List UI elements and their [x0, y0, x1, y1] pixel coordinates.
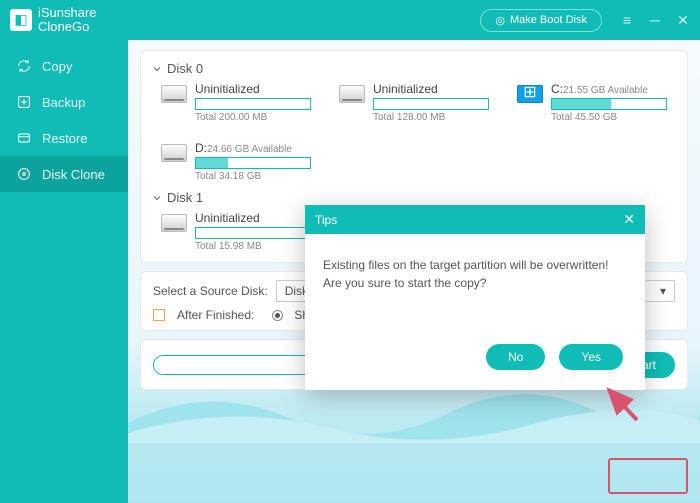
highlight-annotation — [608, 458, 688, 494]
sidebar-item-restore[interactable]: Restore — [0, 120, 128, 156]
partition-available: 24.66 GB Available — [207, 144, 292, 155]
dialog-no-button[interactable]: No — [486, 344, 545, 370]
dialog-message: Existing files on the target partition w… — [305, 234, 645, 344]
partition-total: Total 45.50 GB — [551, 112, 667, 123]
disk-title: Disk 0 — [167, 61, 203, 76]
partition-item[interactable]: Uninitialized Total 200.00 MB — [161, 82, 311, 123]
tips-dialog: Tips ✕ Existing files on the target part… — [305, 205, 645, 390]
partition-name: Uninitialized — [195, 211, 311, 225]
disc-icon: ◎ — [495, 14, 505, 27]
dialog-close-button[interactable]: ✕ — [623, 211, 635, 228]
after-finished-label: After Finished: — [177, 308, 254, 322]
drive-icon — [161, 85, 187, 103]
disk-title: Disk 1 — [167, 190, 203, 205]
partition-name: D: — [195, 141, 207, 155]
partition-item[interactable]: D:24.66 GB Available Total 34.18 GB — [161, 141, 311, 182]
partition-total: Total 128.00 MB — [373, 112, 489, 123]
restore-icon — [16, 130, 32, 146]
dialog-yes-button[interactable]: Yes — [559, 344, 623, 370]
chevron-down-icon: ▾ — [660, 284, 666, 298]
partition-total: Total 15.98 MB — [195, 241, 311, 252]
disk-clone-icon — [16, 166, 32, 182]
sidebar-label: Disk Clone — [42, 167, 105, 182]
app-logo: ◧ iSunshare CloneGo — [10, 6, 97, 35]
usage-bar — [195, 227, 311, 239]
chevron-down-icon — [151, 192, 163, 204]
chevron-down-icon — [151, 63, 163, 75]
logo-icon: ◧ — [10, 9, 32, 31]
partition-name: Uninitialized — [195, 82, 311, 96]
usage-bar — [551, 98, 667, 110]
dialog-title: Tips — [315, 213, 337, 227]
partition-available: 21.55 GB Available — [563, 85, 648, 96]
partition-item[interactable]: Uninitialized Total 15.98 MB — [161, 211, 311, 252]
app-name-1: iSunshare — [38, 6, 97, 20]
backup-icon — [16, 94, 32, 110]
sidebar-item-disk-clone[interactable]: Disk Clone — [0, 156, 128, 192]
usage-bar — [373, 98, 489, 110]
disk-header-1[interactable]: Disk 1 — [151, 190, 677, 205]
disk-header-0[interactable]: Disk 0 — [151, 61, 677, 76]
sidebar-label: Backup — [42, 95, 85, 110]
make-boot-disk-button[interactable]: ◎ Make Boot Disk — [480, 9, 602, 32]
drive-icon — [161, 214, 187, 232]
make-boot-disk-label: Make Boot Disk — [510, 14, 587, 26]
titlebar: ◧ iSunshare CloneGo ◎ Make Boot Disk ≡ ─… — [0, 0, 700, 40]
sidebar-item-copy[interactable]: Copy — [0, 48, 128, 84]
shutdown-radio[interactable] — [272, 310, 283, 321]
partition-item[interactable]: Uninitialized Total 128.00 MB — [339, 82, 489, 123]
partition-total: Total 34.18 GB — [195, 171, 311, 182]
usage-bar — [195, 157, 311, 169]
partition-name: Uninitialized — [373, 82, 489, 96]
sidebar: Copy Backup Restore Disk Clone — [0, 40, 128, 503]
partition-total: Total 200.00 MB — [195, 112, 311, 123]
drive-icon — [339, 85, 365, 103]
windows-drive-icon — [517, 85, 543, 103]
partition-item[interactable]: C:21.55 GB Available Total 45.50 GB — [517, 82, 667, 123]
sidebar-label: Restore — [42, 131, 88, 146]
sidebar-item-backup[interactable]: Backup — [0, 84, 128, 120]
menu-icon[interactable]: ≡ — [620, 12, 634, 29]
minimize-button[interactable]: ─ — [648, 12, 662, 29]
after-finished-checkbox[interactable] — [153, 309, 165, 321]
source-label: Select a Source Disk: — [153, 284, 268, 298]
sidebar-label: Copy — [42, 59, 72, 74]
refresh-icon — [16, 58, 32, 74]
drive-icon — [161, 144, 187, 162]
app-name-2: CloneGo — [38, 20, 97, 34]
close-button[interactable]: ✕ — [676, 12, 690, 29]
partition-name: C: — [551, 82, 563, 96]
usage-bar — [195, 98, 311, 110]
